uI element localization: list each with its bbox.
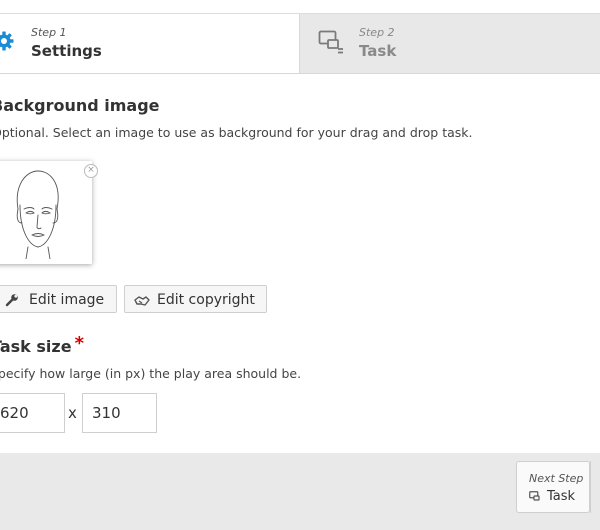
next-step-target: Task bbox=[547, 489, 576, 504]
tab-step-label: Step 2 bbox=[359, 26, 395, 39]
edit-copyright-label: Edit copyright bbox=[157, 292, 255, 308]
remove-image-button[interactable]: × bbox=[84, 164, 98, 178]
tab-name: Settings bbox=[31, 42, 102, 60]
width-input[interactable]: 620 bbox=[0, 393, 65, 433]
background-image-description: Optional. Select an image to use as back… bbox=[0, 125, 473, 140]
step-tabs: Step 1 Settings Step 2 Task bbox=[0, 14, 600, 74]
task-icon bbox=[318, 30, 343, 54]
task-size-description: Specify how large (in px) the play area … bbox=[0, 366, 302, 381]
top-band bbox=[0, 0, 600, 14]
tab-settings[interactable]: Step 1 Settings bbox=[0, 14, 299, 73]
task-size-title: Task size* bbox=[0, 333, 84, 357]
background-image-title: Background image bbox=[0, 96, 160, 115]
edit-image-label: Edit image bbox=[29, 292, 105, 308]
width-value: 620 bbox=[0, 404, 29, 422]
height-input[interactable]: 310 bbox=[82, 393, 157, 433]
handshake-icon bbox=[134, 296, 150, 306]
edit-image-button[interactable]: Edit image bbox=[0, 285, 117, 313]
gear-icon bbox=[0, 31, 14, 51]
next-step-button[interactable]: Next Step Task bbox=[516, 461, 590, 513]
footer-bar bbox=[0, 453, 600, 530]
next-step-label: Next Step bbox=[529, 472, 584, 485]
tab-task[interactable]: Step 2 Task bbox=[299, 14, 600, 73]
height-value: 310 bbox=[92, 404, 121, 422]
face-illustration bbox=[16, 170, 59, 259]
footer-divider bbox=[590, 461, 591, 513]
background-image-thumbnail[interactable] bbox=[0, 161, 92, 264]
task-icon bbox=[529, 491, 540, 501]
wrench-icon bbox=[5, 294, 18, 307]
size-separator: x bbox=[68, 404, 77, 422]
task-size-title-text: Task size bbox=[0, 337, 72, 356]
edit-copyright-button[interactable]: Edit copyright bbox=[124, 285, 267, 313]
tab-name: Task bbox=[359, 42, 397, 60]
required-marker: * bbox=[74, 333, 84, 354]
tab-step-label: Step 1 bbox=[31, 26, 67, 39]
